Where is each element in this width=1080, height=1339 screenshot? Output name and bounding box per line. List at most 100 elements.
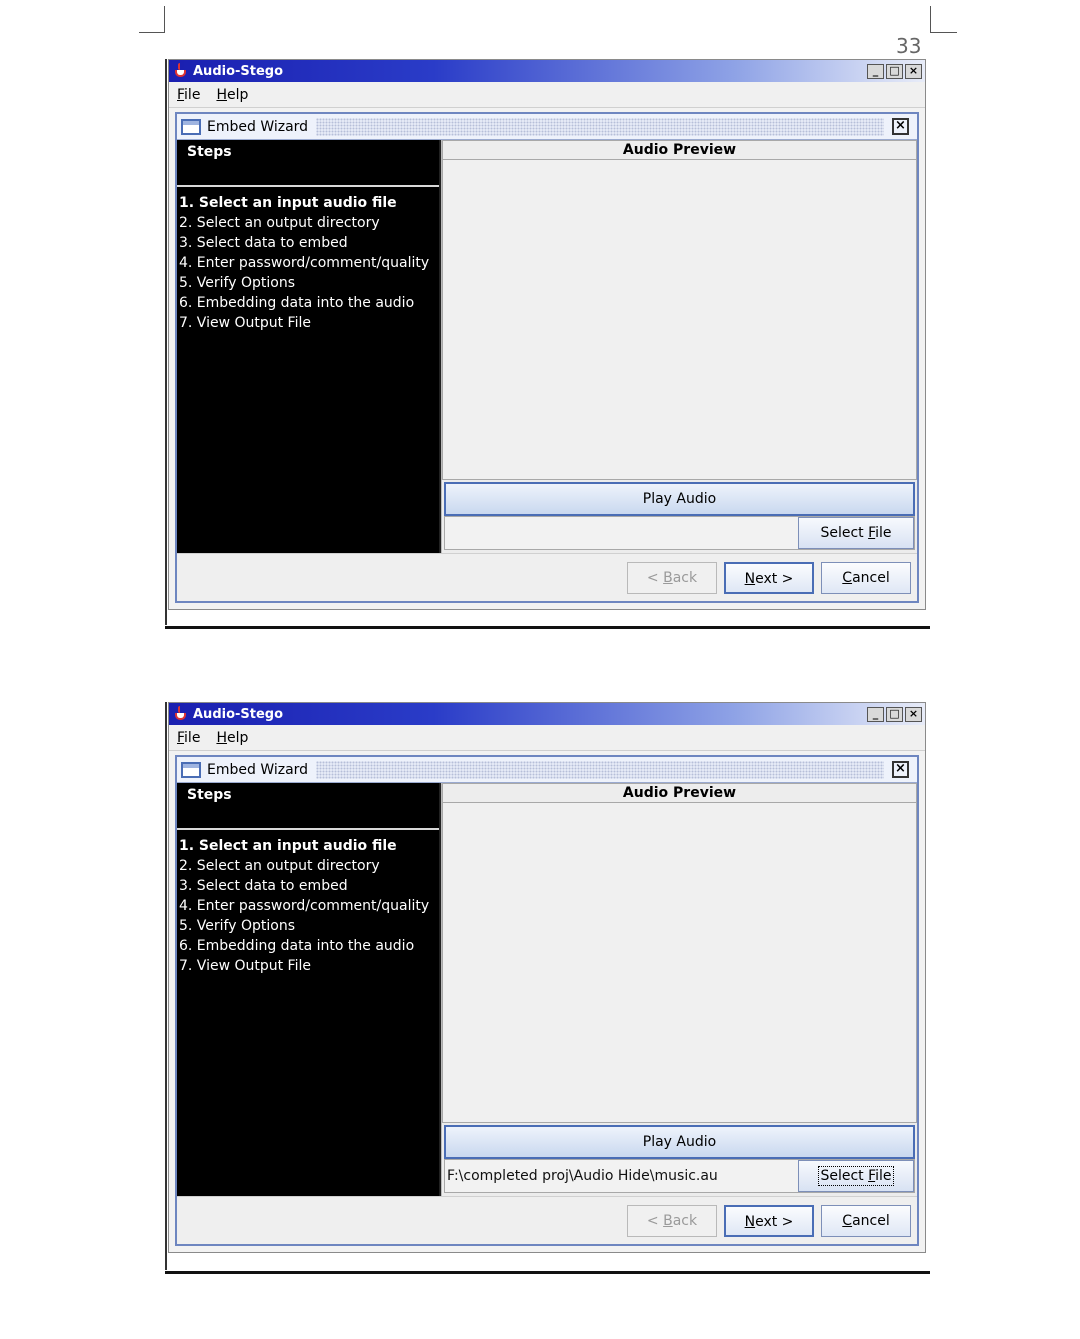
next-label: ext > bbox=[755, 570, 794, 587]
cancel-mnemonic: C bbox=[842, 569, 853, 586]
wizard-close-icon[interactable]: × bbox=[892, 118, 909, 135]
back-label-rest: ack bbox=[672, 1212, 698, 1229]
page-number: 33 bbox=[896, 34, 922, 58]
step-item: 7. View Output File bbox=[179, 315, 311, 331]
screenshot-edge bbox=[165, 59, 167, 625]
cancel-button[interactable]: Cancel bbox=[821, 561, 911, 594]
steps-panel: Steps 1. Select an input audio file 2. S… bbox=[177, 140, 441, 553]
title-bar[interactable]: Audio-Stego _ □ × bbox=[169, 703, 925, 725]
back-mnemonic: B bbox=[663, 569, 673, 586]
step-item: 2. Select an output directory bbox=[179, 858, 380, 874]
desktop-area: Embed Wizard × Steps 1. Select an input … bbox=[169, 751, 925, 1252]
cancel-mnemonic: C bbox=[842, 1212, 853, 1229]
step-item: 4. Enter password/comment/quality bbox=[179, 255, 430, 271]
back-button[interactable]: < Back bbox=[627, 561, 717, 594]
menu-help-label: elp bbox=[226, 86, 249, 103]
audio-preview-header: Audio Preview bbox=[442, 783, 917, 803]
menu-help-mnemonic: H bbox=[216, 86, 227, 103]
menu-file-label: ile bbox=[184, 86, 201, 103]
next-button[interactable]: Next > bbox=[724, 1204, 814, 1237]
menu-file[interactable]: File bbox=[177, 87, 200, 103]
cancel-label: ancel bbox=[852, 1212, 890, 1229]
window-controls: _ □ × bbox=[867, 706, 925, 722]
menu-file-label: ile bbox=[184, 729, 201, 746]
cancel-label: ancel bbox=[852, 569, 890, 586]
menu-file[interactable]: File bbox=[177, 730, 200, 746]
step-item: 3. Select data to embed bbox=[179, 878, 348, 894]
wizard-content: Steps 1. Select an input audio file 2. S… bbox=[177, 783, 917, 1196]
menu-bar: File Help bbox=[169, 725, 925, 751]
wizard-close-icon[interactable]: × bbox=[892, 761, 909, 778]
title-bar-texture bbox=[316, 760, 884, 779]
file-row: F:\completed proj\Audio Hide\music.au Se… bbox=[444, 1159, 915, 1193]
audio-preview-area bbox=[442, 803, 917, 1123]
menu-file-mnemonic: F bbox=[177, 729, 185, 746]
wizard-button-bar: < Back Next > Cancel bbox=[177, 1196, 917, 1244]
steps-header: Steps bbox=[177, 783, 439, 830]
step-item: 6. Embedding data into the audio bbox=[179, 295, 415, 311]
wizard-title-bar[interactable]: Embed Wizard × bbox=[177, 114, 917, 140]
frame-icon bbox=[181, 118, 201, 135]
crop-mark-right-horizontal bbox=[930, 32, 957, 33]
java-icon bbox=[173, 706, 189, 722]
next-mnemonic: N bbox=[744, 570, 756, 587]
preview-panel: Audio Preview Play Audio Select File bbox=[441, 140, 917, 553]
desktop-area: Embed Wizard × Steps 1. Select an input … bbox=[169, 108, 925, 609]
embed-wizard-frame: Embed Wizard × Steps 1. Select an input … bbox=[175, 112, 919, 603]
step-item: 3. Select data to embed bbox=[179, 235, 348, 251]
minimize-icon[interactable]: _ bbox=[867, 63, 884, 79]
back-mnemonic: B bbox=[663, 1212, 673, 1229]
menu-help[interactable]: Help bbox=[216, 87, 248, 103]
crop-mark-left-vertical bbox=[164, 6, 165, 32]
screenshot-bottom-edge bbox=[165, 1271, 930, 1274]
screenshot-2: Audio-Stego _ □ × File Help Embed Wizard… bbox=[165, 702, 930, 1276]
wizard-title: Embed Wizard bbox=[207, 761, 309, 778]
back-button[interactable]: < Back bbox=[627, 1204, 717, 1237]
steps-panel: Steps 1. Select an input audio file 2. S… bbox=[177, 783, 441, 1196]
window-controls: _ □ × bbox=[867, 63, 925, 79]
screenshot-edge bbox=[165, 702, 167, 1270]
step-item: 1. Select an input audio file bbox=[179, 838, 397, 854]
window-title: Audio-Stego bbox=[193, 706, 284, 722]
menu-help-label: elp bbox=[226, 729, 249, 746]
title-bar[interactable]: Audio-Stego _ □ × bbox=[169, 60, 925, 82]
window-title: Audio-Stego bbox=[193, 63, 284, 79]
wizard-button-bar: < Back Next > Cancel bbox=[177, 553, 917, 601]
embed-wizard-frame: Embed Wizard × Steps 1. Select an input … bbox=[175, 755, 919, 1246]
select-file-button[interactable]: Select File bbox=[798, 1160, 914, 1192]
select-file-label-rest: ile bbox=[875, 1168, 892, 1184]
menu-bar: File Help bbox=[169, 82, 925, 108]
wizard-content: Steps 1. Select an input audio file 2. S… bbox=[177, 140, 917, 553]
play-audio-button[interactable]: Play Audio bbox=[444, 482, 915, 516]
step-list: 1. Select an input audio file 2. Select … bbox=[177, 830, 439, 976]
app-window: Audio-Stego _ □ × File Help Embed Wizard… bbox=[168, 59, 926, 610]
step-item: 2. Select an output directory bbox=[179, 215, 380, 231]
step-item: 4. Enter password/comment/quality bbox=[179, 898, 430, 914]
screenshot-bottom-edge bbox=[165, 626, 930, 629]
menu-help-mnemonic: H bbox=[216, 729, 227, 746]
java-icon bbox=[173, 63, 189, 79]
step-list: 1. Select an input audio file 2. Select … bbox=[177, 187, 439, 333]
play-audio-button[interactable]: Play Audio bbox=[444, 1125, 915, 1159]
maximize-icon[interactable]: □ bbox=[886, 706, 903, 722]
audio-preview-header: Audio Preview bbox=[442, 140, 917, 160]
close-icon[interactable]: × bbox=[905, 63, 922, 79]
select-file-button[interactable]: Select File bbox=[798, 517, 914, 549]
minimize-icon[interactable]: _ bbox=[867, 706, 884, 722]
close-icon[interactable]: × bbox=[905, 706, 922, 722]
wizard-title-bar[interactable]: Embed Wizard × bbox=[177, 757, 917, 783]
step-item: 5. Verify Options bbox=[179, 918, 295, 934]
title-bar-texture bbox=[316, 117, 884, 136]
step-item: 5. Verify Options bbox=[179, 275, 295, 291]
file-path-field[interactable]: F:\completed proj\Audio Hide\music.au bbox=[445, 1168, 798, 1184]
menu-help[interactable]: Help bbox=[216, 730, 248, 746]
cancel-button[interactable]: Cancel bbox=[821, 1204, 911, 1237]
screenshot-1: Audio-Stego _ □ × File Help Embed Wizard… bbox=[165, 59, 930, 631]
step-item: 6. Embedding data into the audio bbox=[179, 938, 415, 954]
file-row: Select File bbox=[444, 516, 915, 550]
step-item: 7. View Output File bbox=[179, 958, 311, 974]
next-button[interactable]: Next > bbox=[724, 561, 814, 594]
maximize-icon[interactable]: □ bbox=[886, 63, 903, 79]
crop-mark-right-vertical bbox=[930, 6, 931, 32]
back-label: < bbox=[646, 569, 664, 586]
